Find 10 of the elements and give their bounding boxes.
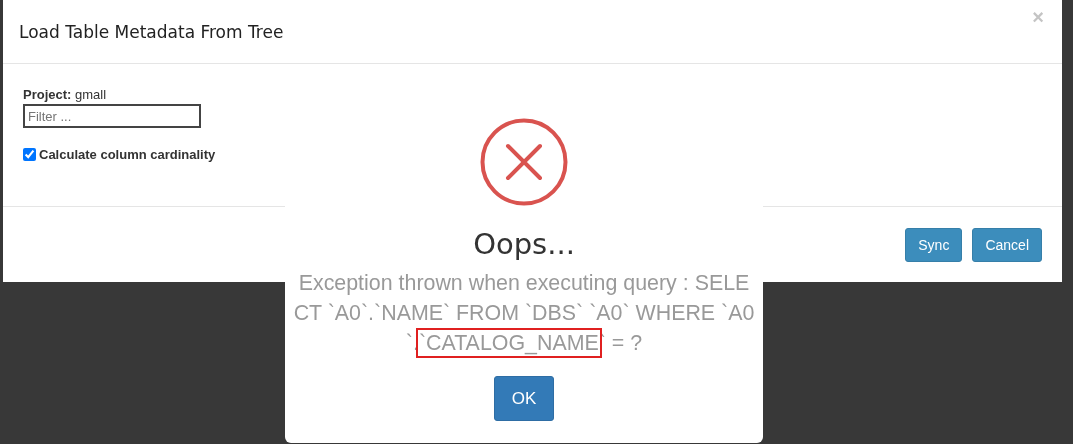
ok-button[interactable]: OK [494, 376, 554, 421]
checkbox[interactable] [23, 148, 36, 161]
project-label: Project: gmall [23, 87, 108, 103]
dialog-title: Load Table Metadata From Tree [19, 21, 284, 42]
dialog-button[interactable]: Cancel [972, 227, 1042, 262]
dialog-button[interactable]: Sync [905, 227, 963, 262]
checkbox-label: Calculate column cardinality [39, 147, 216, 162]
error-icon [480, 118, 568, 206]
filter-field[interactable]: Filter ... [23, 104, 201, 128]
alert-title: Oops... [473, 226, 575, 263]
